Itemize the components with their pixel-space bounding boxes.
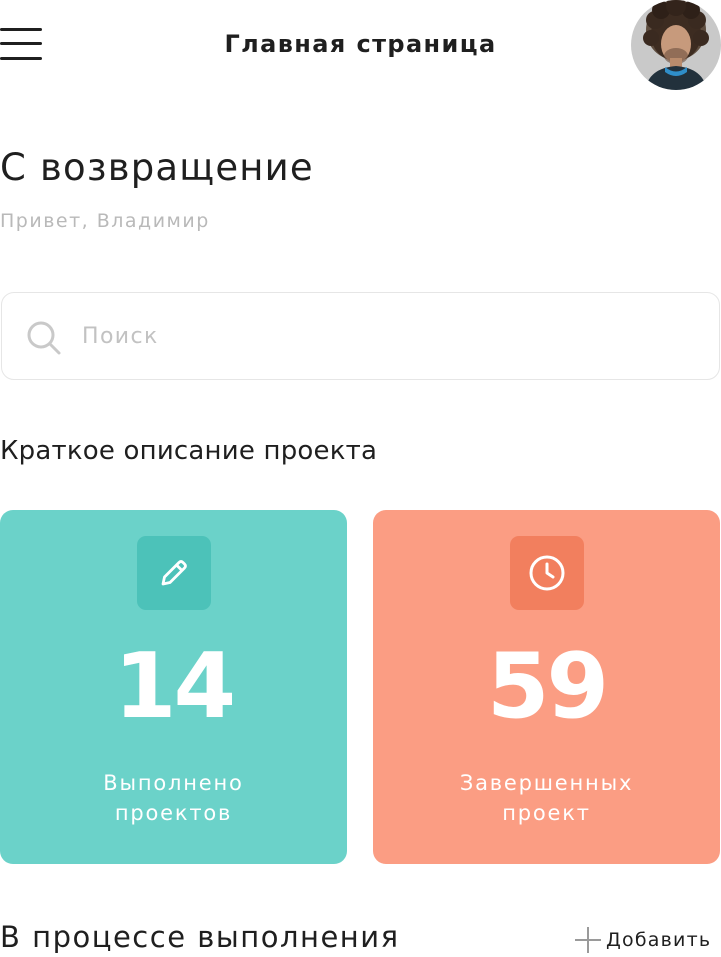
card-label-line: Выполнено [103, 771, 244, 795]
clock-icon [529, 555, 565, 591]
pencil-icon [161, 560, 187, 586]
greeting-text: Привет, Владимир [0, 210, 210, 232]
finished-count: 59 [486, 634, 609, 739]
card-icon-badge [137, 536, 211, 610]
card-label-line: проектов [114, 801, 233, 825]
card-icon-badge [510, 536, 584, 610]
search-bar[interactable] [1, 292, 720, 380]
avatar-image [631, 0, 721, 90]
card-label: Завершенных проект [373, 768, 720, 828]
add-button[interactable]: Добавить [572, 924, 711, 956]
card-label: Выполнено проектов [0, 768, 347, 828]
card-label-line: Завершенных [459, 771, 634, 795]
completed-count: 14 [113, 634, 236, 739]
card-completed-projects[interactable]: 14 Выполнено проектов [0, 510, 347, 864]
plus-icon [575, 927, 601, 953]
section-title-overview: Краткое описание проекта [0, 436, 378, 466]
search-icon [27, 321, 61, 355]
add-button-label: Добавить [606, 929, 712, 951]
avatar[interactable] [631, 0, 721, 90]
card-label-line: проект [502, 801, 591, 825]
welcome-heading: С возвращение [0, 146, 314, 189]
page-title: Главная страница [224, 30, 497, 58]
card-finished-projects[interactable]: 59 Завершенных проект [373, 510, 720, 864]
search-input[interactable] [82, 313, 682, 359]
section-title-in-progress: В процессе выполнения [0, 920, 400, 954]
